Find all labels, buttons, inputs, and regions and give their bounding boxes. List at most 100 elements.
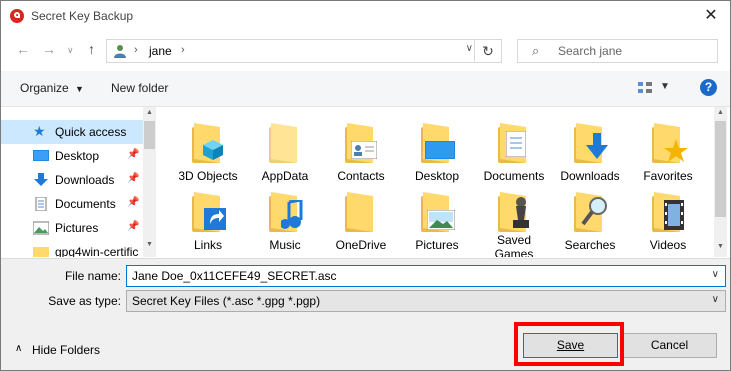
folder-icon [269,192,303,232]
cancel-button[interactable]: Cancel [622,333,717,358]
search-placeholder: Search jane [558,44,623,58]
folder-appdata[interactable]: AppData [247,115,323,185]
nav-item-label: Pictures [55,221,99,235]
folder-downloads[interactable]: Downloads [552,115,628,185]
folder-onedrive[interactable]: OneDrive [323,184,399,254]
folder-icon [345,192,379,232]
pin-icon: 📌 [127,149,140,160]
search-icon: ⌕ [532,43,540,58]
recent-chevron-icon[interactable]: ∨ [67,45,74,56]
folder-label: Favorites [643,169,693,183]
chess-piece-icon [513,197,529,228]
folder-icon [33,247,49,257]
content-scrollbar[interactable]: ▲ ▼ [714,107,727,257]
nav-pane-scrollbar[interactable]: ▲ ▼ [143,107,156,257]
scroll-thumb[interactable] [715,121,726,217]
breadcrumb-separator-icon: › [134,44,138,56]
folder-saved-games[interactable]: Saved Games [476,184,552,257]
star-icon: ★ [33,123,46,139]
address-dropdown-icon[interactable]: ∨ [466,43,473,54]
user-icon [114,45,126,58]
hide-folders-label: Hide Folders [32,343,101,357]
breadcrumb-separator-icon[interactable]: › [181,44,185,56]
save-as-type-select[interactable]: Secret Key Files (*.asc *.gpg *.pgp) ∨ [126,290,726,312]
folder-label: AppData [261,169,309,183]
folder-label: Pictures [415,238,459,252]
folder-label: Documents [483,169,545,183]
folder-label: Music [269,238,301,252]
scroll-down-arrow-icon[interactable]: ▼ [143,239,156,251]
change-view-icon[interactable] [638,82,652,94]
new-folder-button[interactable]: New folder [111,81,168,95]
folder-icon [498,123,532,163]
download-icon [34,173,48,186]
folder-icon [574,123,608,163]
chevron-down-icon[interactable]: ∨ [712,294,719,305]
document-icon [35,197,47,211]
scroll-up-arrow-icon[interactable]: ▲ [143,107,156,119]
scroll-up-arrow-icon[interactable]: ▲ [714,107,727,119]
folder-icon [652,123,688,163]
link-arrow-icon [204,208,226,230]
magnifier-icon [581,197,607,226]
save-form: File name: Jane Doe_0x11CEFE49_SECRET.as… [1,258,730,319]
cube-icon [203,140,223,160]
scroll-thumb[interactable] [144,121,155,149]
folder-contacts[interactable]: Contacts [323,115,399,185]
folder-icon [192,192,226,232]
folder-label: Saved Games [494,233,534,257]
folder-icon [269,123,303,163]
folder-documents[interactable]: Documents [476,115,552,185]
nav-item-label: Desktop [55,149,100,163]
folder-grid: 3D Objects AppData Contacts Desktop Docu… [159,107,714,257]
save-dialog-window: Secret Key Backup ✕ ← → ∨ ↑ › jane › ∨ ↻… [0,0,731,371]
folder-label: Desktop [414,169,460,183]
file-name-field[interactable]: Jane Doe_0x11CEFE49_SECRET.asc ∨ [126,265,726,287]
nav-item-gpg4win[interactable]: gpg4win-certific [1,240,143,257]
film-strip-icon [664,200,684,230]
document-icon [506,131,526,157]
folder-desktop[interactable]: Desktop [399,115,475,185]
folder-icon [574,192,608,232]
folder-videos[interactable]: Videos [630,184,706,254]
nav-item-pictures[interactable]: Pictures 📌 [1,216,143,240]
nav-item-label: Documents [55,197,116,211]
folder-favorites[interactable]: Favorites [630,115,706,185]
organize-label: Organize [20,81,69,95]
folder-links[interactable]: Links [170,184,246,254]
address-bar[interactable]: › jane › ∨ ↻ [106,39,502,63]
nav-item-quick-access[interactable]: ★ Quick access [1,120,143,144]
search-box[interactable]: ⌕ Search jane [517,39,718,63]
forward-arrow-icon[interactable]: → [42,41,56,57]
folder-searches[interactable]: Searches [552,184,628,254]
back-arrow-icon[interactable]: ← [16,41,30,57]
kleopatra-app-icon [10,9,24,23]
folder-label: Contacts [337,169,385,183]
folder-icon [652,192,686,232]
folder-3d-objects[interactable]: 3D Objects [170,115,246,185]
folder-icon [345,123,379,163]
scroll-down-arrow-icon[interactable]: ▼ [714,241,727,253]
help-icon[interactable]: ? [700,79,717,96]
view-dropdown-icon[interactable]: ▼ [660,81,670,92]
star-icon [664,139,688,162]
chevron-up-icon: ∧ [15,343,23,354]
picture-icon [33,221,49,235]
file-name-value: Jane Doe_0x11CEFE49_SECRET.asc [132,269,337,283]
nav-item-documents[interactable]: Documents 📌 [1,192,143,216]
folder-pictures[interactable]: Pictures [399,184,475,254]
save-as-type-label: Save as type: [48,294,121,308]
chevron-down-icon[interactable]: ∨ [712,269,719,280]
folder-music[interactable]: Music [247,184,323,254]
close-button[interactable]: ✕ [700,5,722,27]
pin-icon: 📌 [127,197,140,208]
organize-button[interactable]: Organize ▼ [20,81,84,95]
contact-card-icon [351,141,377,159]
breadcrumb-jane[interactable]: jane [149,44,172,58]
window-title: Secret Key Backup [31,9,134,23]
refresh-icon[interactable]: ↻ [474,40,501,62]
up-arrow-icon[interactable]: ↑ [88,41,95,57]
nav-item-desktop[interactable]: Desktop 📌 [1,144,143,168]
folder-label: Links [193,238,222,252]
nav-item-downloads[interactable]: Downloads 📌 [1,168,143,192]
